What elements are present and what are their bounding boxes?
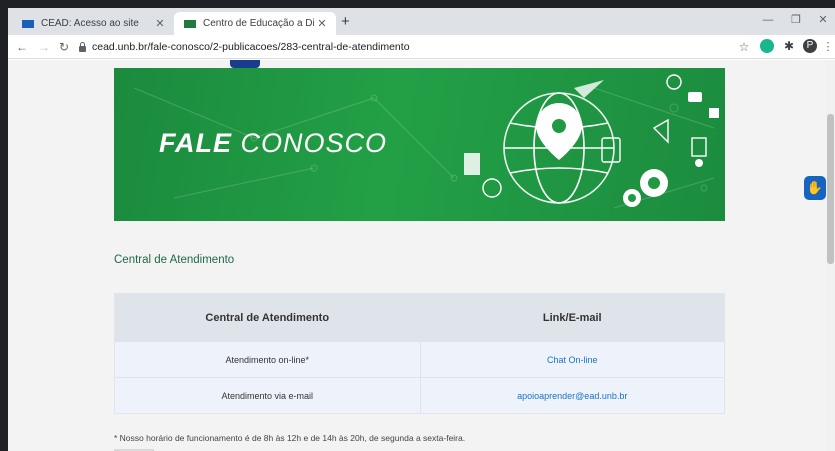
new-tab-button[interactable]: + <box>341 12 350 31</box>
tab-cead-acesso[interactable]: CEAD: Acesso ao site ✕ <box>12 12 174 35</box>
banner-title: FALE CONOSCO <box>159 128 387 159</box>
table-row: Atendimento on-line* Chat On-line <box>115 341 724 377</box>
table-header-cell: Central de Atendimento <box>205 311 330 324</box>
reload-button[interactable]: ↻ <box>56 39 72 55</box>
chat-online-link[interactable]: Chat On-line <box>419 342 725 377</box>
bookmark-star-icon[interactable]: ☆ <box>736 39 752 55</box>
table-row: Atendimento via e-mail apoioaprender@ead… <box>115 377 724 413</box>
hours-footnote: * Nosso horário de funcionamento é de 8h… <box>114 433 466 443</box>
unb-favicon-icon <box>22 19 34 28</box>
minimize-button[interactable]: — <box>753 11 783 29</box>
page-scrollbar[interactable] <box>826 60 835 451</box>
tab-title: CEAD: Acesso ao site <box>41 18 139 29</box>
tab-centro-educacao[interactable]: Centro de Educação a Distância ✕ <box>174 12 336 35</box>
accessibility-hand-icon[interactable]: ✋ <box>804 176 826 200</box>
table-header-cell: Link/E-mail <box>419 294 725 341</box>
section-title: Central de Atendimento <box>114 254 235 266</box>
url-text: cead.unb.br/fale-conosco/2-publicacoes/2… <box>92 41 410 53</box>
banner-title-light: CONOSCO <box>232 128 388 158</box>
back-button[interactable]: ← <box>14 39 30 55</box>
puzzle-extensions-icon[interactable]: ✱ <box>782 39 796 53</box>
menu-kebab-icon[interactable]: ⋮ <box>820 39 835 55</box>
tab-title: Centro de Educação a Distância <box>203 18 314 29</box>
page-viewport: FALE CONOSCO Central de Atendimento Cent… <box>8 60 835 451</box>
unb-favicon-icon <box>184 19 196 28</box>
contact-table: Central de Atendimento Link/E-mail Atend… <box>114 293 725 414</box>
lock-icon <box>78 42 87 52</box>
window-close-button[interactable]: ✕ <box>808 11 835 29</box>
tab-close-icon[interactable]: ✕ <box>152 17 168 30</box>
fale-conosco-banner: FALE CONOSCO <box>114 68 725 221</box>
table-cell: Atendimento via e-mail <box>221 390 314 401</box>
banner-title-bold: FALE <box>159 128 233 158</box>
email-link[interactable]: apoioaprender@ead.unb.br <box>419 378 725 413</box>
tab-close-icon[interactable]: ✕ <box>314 17 330 30</box>
header-pill <box>230 60 260 68</box>
table-header-row: Central de Atendimento Link/E-mail <box>115 294 724 341</box>
tab-strip: CEAD: Acesso ao site ✕ Centro de Educaçã… <box>8 8 835 35</box>
address-bar[interactable]: cead.unb.br/fale-conosco/2-publicacoes/2… <box>78 38 728 56</box>
header-remnant <box>114 60 725 68</box>
table-cell: Atendimento on-line* <box>225 354 310 365</box>
profile-avatar[interactable]: P <box>803 39 817 53</box>
browser-toolbar: ← → ↻ cead.unb.br/fale-conosco/2-publica… <box>8 35 835 59</box>
maximize-button[interactable]: ❐ <box>781 11 811 29</box>
grammarly-extension-icon[interactable] <box>760 39 774 53</box>
forward-button[interactable]: → <box>36 39 52 55</box>
scrollbar-thumb[interactable] <box>827 114 834 264</box>
browser-window: CEAD: Acesso ao site ✕ Centro de Educaçã… <box>8 8 835 451</box>
